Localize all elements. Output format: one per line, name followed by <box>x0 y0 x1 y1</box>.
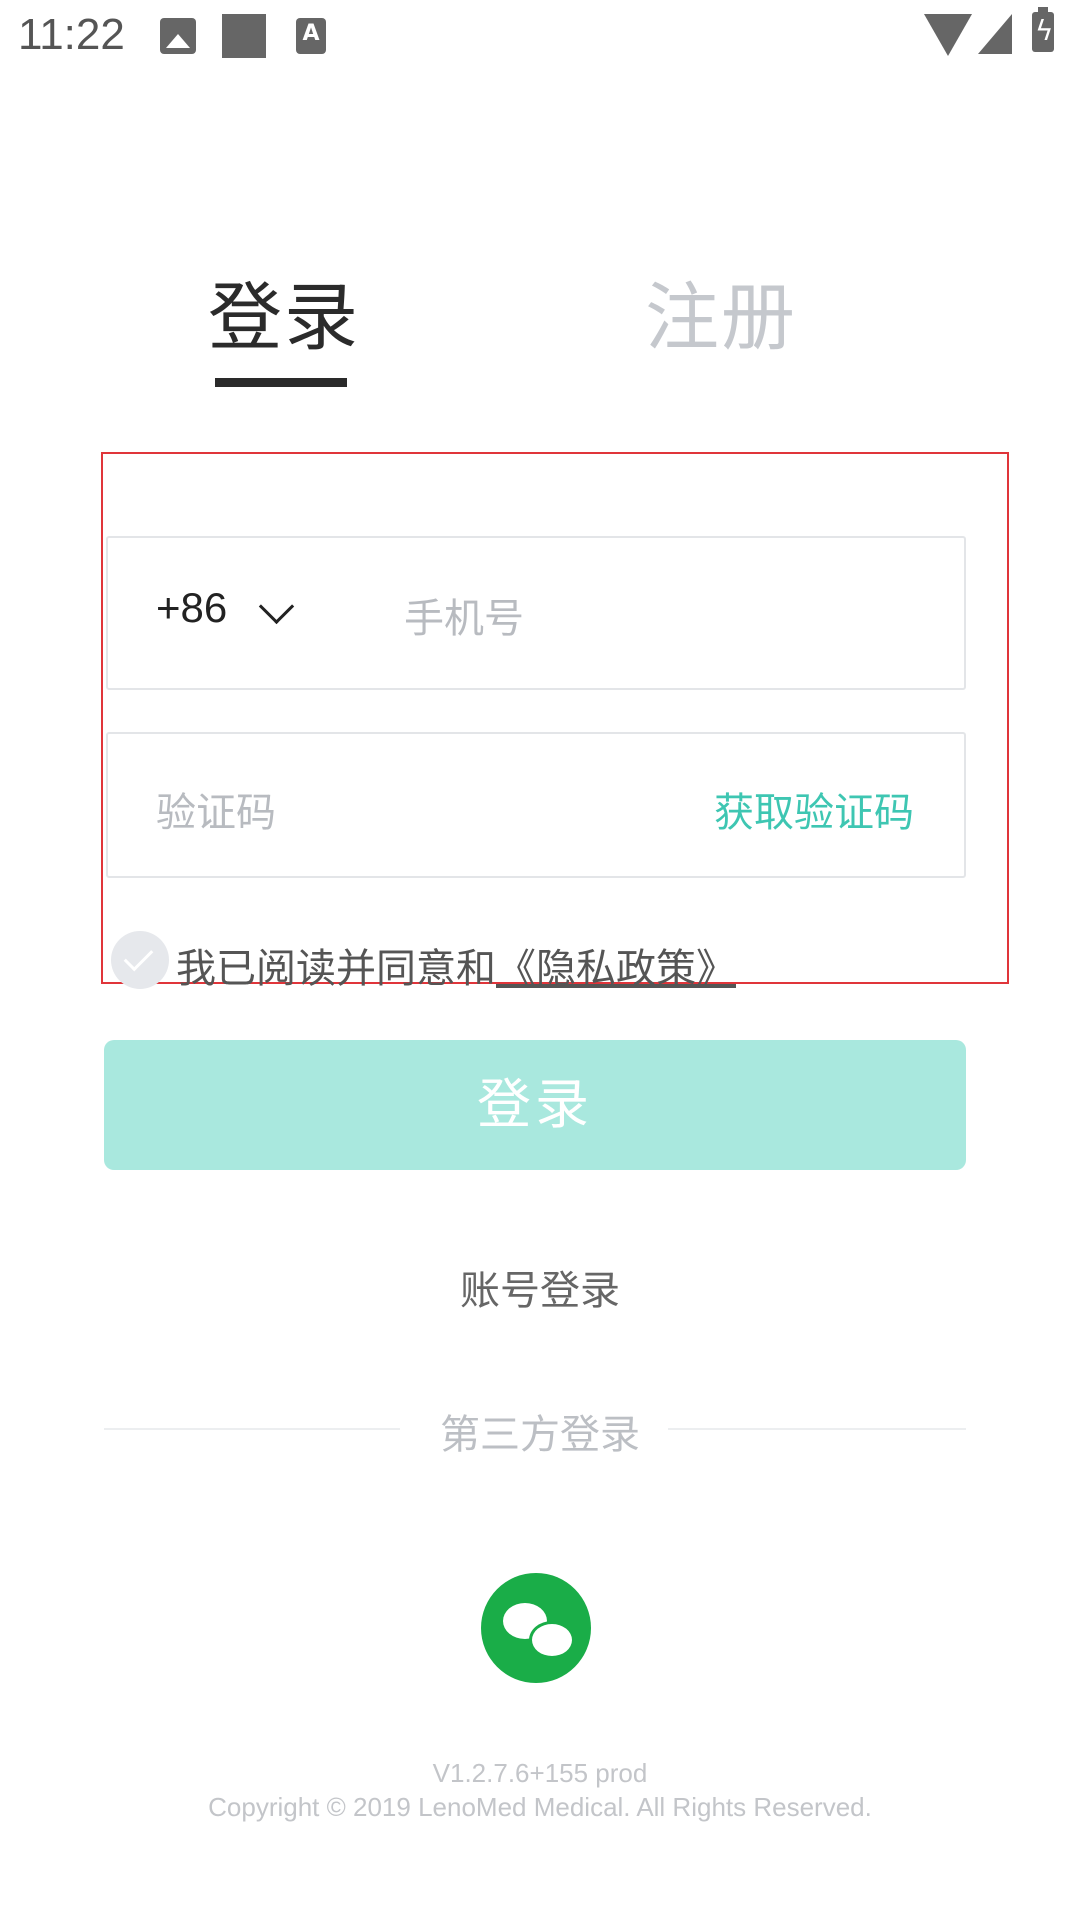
version-text: V1.2.7.6+155 prod <box>432 1758 648 1788</box>
agreement-text: 我已阅读并同意和《隐私政策》 <box>176 936 736 994</box>
phone-field: +86 手机号 <box>106 536 966 690</box>
square-icon <box>222 14 266 58</box>
wechat-bubble-right <box>529 1621 575 1659</box>
country-code-selector[interactable]: +86 <box>156 584 227 632</box>
highlight-box <box>101 452 1009 984</box>
third-party-login-label: 第三方登录 <box>440 1412 640 1458</box>
get-code-button[interactable]: 获取验证码 <box>714 780 914 838</box>
chevron-down-icon[interactable] <box>258 588 295 625</box>
tab-register[interactable]: 注册 <box>645 258 797 365</box>
wifi-icon <box>924 14 972 56</box>
account-login-link[interactable]: 账号登录 <box>0 1258 1080 1316</box>
agreement-label: 我已阅读并同意和 <box>176 946 496 992</box>
status-time: 11:22 <box>18 10 125 59</box>
wechat-icon[interactable] <box>481 1573 591 1683</box>
signal-icon <box>978 14 1012 54</box>
login-button[interactable]: 登录 <box>104 1040 966 1170</box>
phone-input[interactable]: 手机号 <box>404 586 524 644</box>
verification-code-input[interactable]: 验证码 <box>156 780 276 838</box>
copyright-text: Copyright © 2019 LenoMed Medical. All Ri… <box>208 1792 872 1822</box>
tab-login[interactable]: 登录 <box>208 258 360 365</box>
privacy-policy-link[interactable]: 《隐私政策》 <box>496 946 736 992</box>
battery-icon <box>1032 7 1054 52</box>
verification-code-field: 验证码 获取验证码 <box>106 732 966 878</box>
image-icon <box>160 18 196 54</box>
agreement-checkbox[interactable] <box>111 931 169 989</box>
tab-active-indicator <box>215 378 347 387</box>
a-icon: A <box>296 18 326 54</box>
